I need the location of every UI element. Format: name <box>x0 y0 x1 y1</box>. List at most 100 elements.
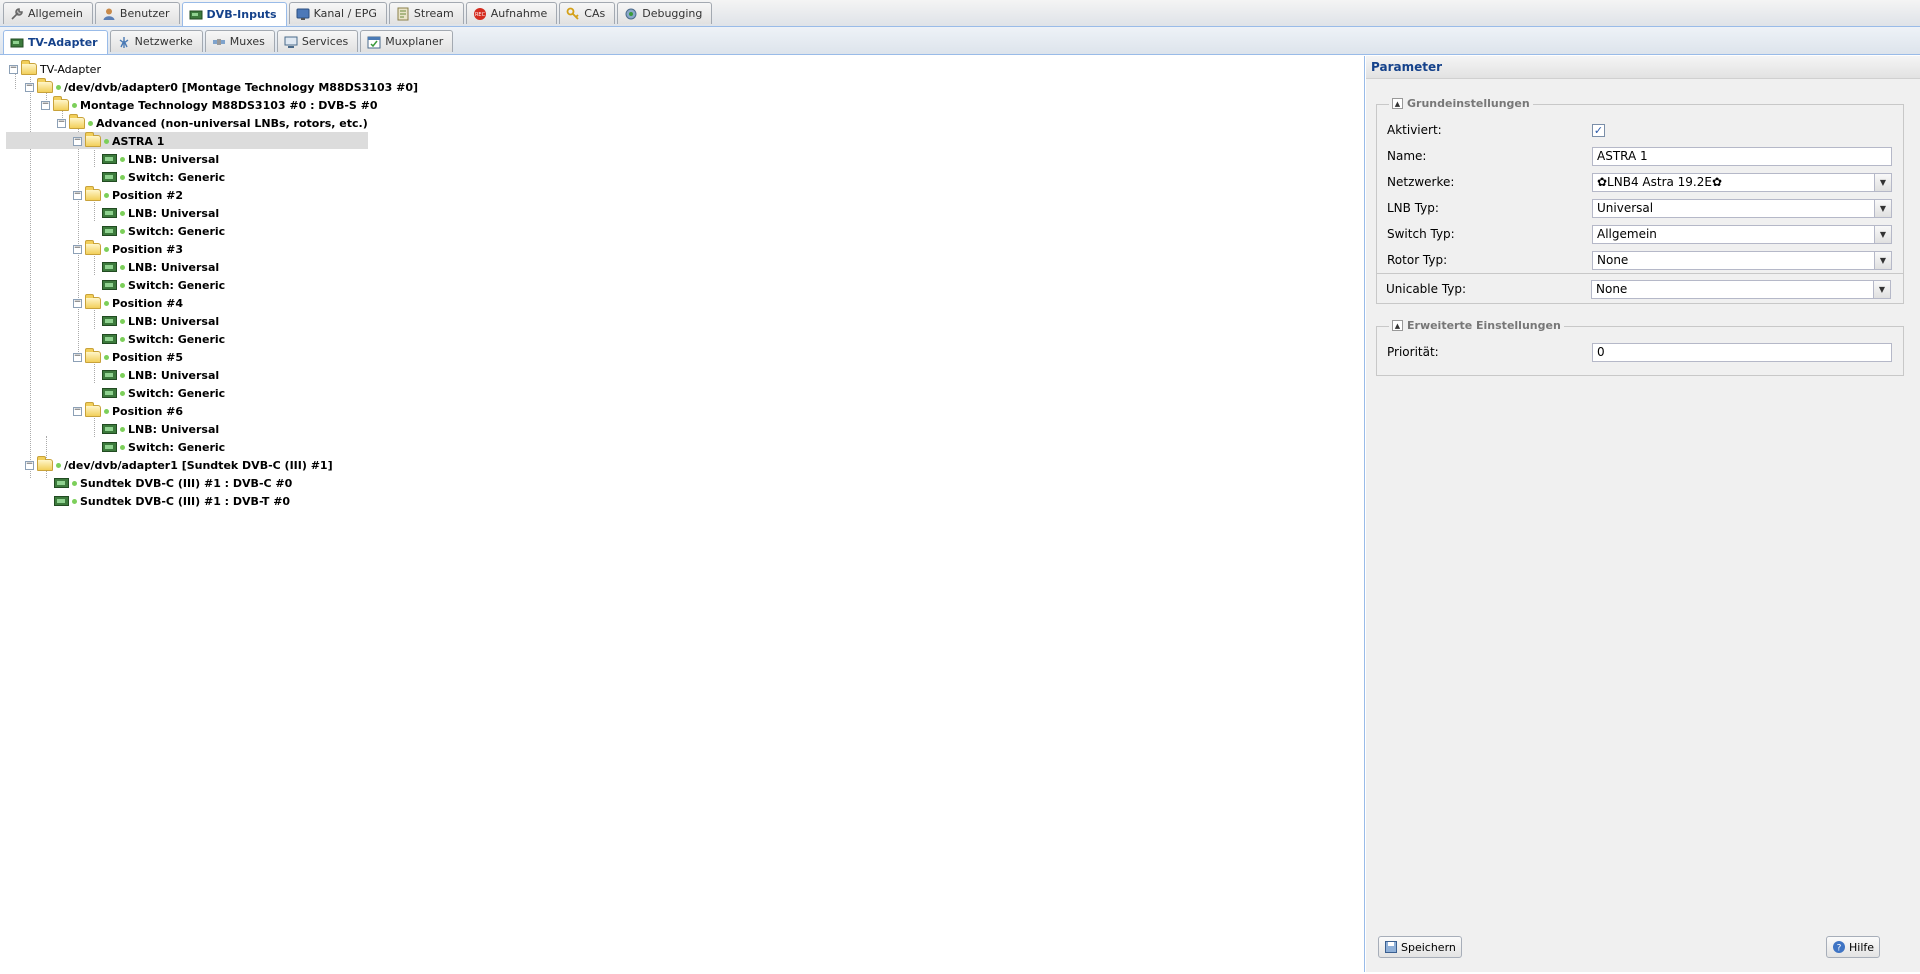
status-dot-icon <box>56 84 61 90</box>
tab-label: Services <box>301 35 349 48</box>
tab-label: CAs <box>584 7 606 20</box>
tree-node-switch[interactable]: Switch: Generic <box>102 384 225 402</box>
tree-node-position-4[interactable]: Position #4 <box>73 294 183 312</box>
tab-allgemein[interactable]: Allgemein <box>3 2 93 24</box>
tree-node-switch[interactable]: Switch: Generic <box>102 438 225 456</box>
tree-node-lnb[interactable]: LNB: Universal <box>102 150 219 168</box>
collapse-toggle-icon[interactable] <box>73 244 82 254</box>
tree-node-switch[interactable]: Switch: Generic <box>102 222 225 240</box>
tab-muxes[interactable]: Muxes <box>204 30 275 52</box>
status-dot-icon <box>72 498 77 504</box>
selected-row-highlight <box>6 132 368 149</box>
networks-label: Netzwerke: <box>1387 175 1455 189</box>
chevron-down-icon[interactable]: ▼ <box>1874 199 1891 217</box>
tree-node-lnb[interactable]: LNB: Universal <box>102 366 219 384</box>
tab-aufnahme[interactable]: REC Aufnahme <box>465 2 558 24</box>
folder-icon <box>69 114 85 129</box>
tab-tv-adapter[interactable]: TV-Adapter <box>3 30 108 54</box>
tree-node-frontend-dvbt[interactable]: Sundtek DVB-C (III) #1 : DVB-T #0 <box>54 492 290 510</box>
collapse-toggle-icon[interactable] <box>25 82 34 92</box>
tree-node-lnb[interactable]: LNB: Universal <box>102 420 219 438</box>
lnb-type-select[interactable]: Universal ▼ <box>1592 198 1892 218</box>
tv-icon <box>296 8 310 20</box>
tv-card-icon <box>102 370 117 380</box>
activated-checkbox[interactable]: ✓ <box>1592 123 1605 137</box>
parameter-panel: Parameter ▲ Grundeinstellungen Aktiviert… <box>1366 56 1920 972</box>
collapse-toggle-icon[interactable] <box>57 118 66 128</box>
svg-text:?: ? <box>1837 944 1842 954</box>
rotor-type-row: Rotor Typ: None ▼ <box>1387 250 1897 270</box>
switch-type-label: Switch Typ: <box>1387 227 1455 241</box>
tree-node-lnb[interactable]: LNB: Universal <box>102 258 219 276</box>
collapse-up-icon[interactable]: ▲ <box>1392 320 1403 331</box>
group-legend: ▲ Erweiterte Einstellungen <box>1389 319 1564 332</box>
status-dot-icon <box>104 300 109 306</box>
tree-node-advanced[interactable]: Advanced (non-universal LNBs, rotors, et… <box>57 114 368 132</box>
tree-node-switch[interactable]: Switch: Generic <box>102 330 225 348</box>
status-dot-icon <box>56 462 61 468</box>
collapse-toggle-icon[interactable] <box>41 100 50 110</box>
tab-label: Muxes <box>229 35 265 48</box>
tab-muxplaner[interactable]: Muxplaner <box>360 30 454 52</box>
tab-debugging[interactable]: Debugging <box>617 2 713 24</box>
tree-node-frontend-dvbc[interactable]: Sundtek DVB-C (III) #1 : DVB-C #0 <box>54 474 292 492</box>
collapse-toggle-icon[interactable] <box>73 136 82 146</box>
tv-card-icon <box>54 478 69 488</box>
save-button[interactable]: Speichern <box>1378 936 1462 958</box>
tab-label: Aufnahme <box>490 7 548 20</box>
status-dot-icon <box>72 480 77 486</box>
tree-node-astra1[interactable]: ASTRA 1 <box>73 132 164 150</box>
collapse-toggle-icon[interactable] <box>25 460 34 470</box>
tv-card-icon <box>102 280 117 290</box>
networks-select[interactable]: ✿LNB4 Astra 19.2E✿ ▼ <box>1592 172 1892 192</box>
tab-dvb-inputs[interactable]: DVB-Inputs <box>181 2 287 26</box>
status-dot-icon <box>120 390 125 396</box>
tab-services[interactable]: Services <box>276 30 359 52</box>
collapse-toggle-icon[interactable] <box>73 298 82 308</box>
tab-label: Debugging <box>642 7 703 20</box>
tab-netzwerke[interactable]: Netzwerke <box>109 30 203 52</box>
adapter-tree: TV-Adapter /dev/dvb/adapter0 [Montage Te… <box>0 56 1365 972</box>
status-dot-icon <box>104 138 109 144</box>
rotor-type-value: None <box>1597 252 1629 267</box>
collapse-toggle-icon[interactable] <box>73 352 82 362</box>
name-row: Name: ASTRA 1 <box>1387 146 1897 166</box>
name-input[interactable]: ASTRA 1 <box>1592 146 1892 166</box>
lnb-type-value: Universal <box>1597 200 1654 215</box>
tree-root[interactable]: TV-Adapter <box>9 60 101 78</box>
activated-label: Aktiviert: <box>1387 123 1442 137</box>
collapse-toggle-icon[interactable] <box>73 190 82 200</box>
tree-node-switch[interactable]: Switch: Generic <box>102 168 225 186</box>
rotor-type-select[interactable]: None ▼ <box>1592 250 1892 270</box>
tab-benutzer[interactable]: Benutzer <box>94 2 180 24</box>
chevron-down-icon[interactable]: ▼ <box>1874 225 1891 243</box>
collapse-up-icon[interactable]: ▲ <box>1392 98 1403 109</box>
tree-node-lnb[interactable]: LNB: Universal <box>102 312 219 330</box>
tree-node-adapter0[interactable]: /dev/dvb/adapter0 [Montage Technology M8… <box>25 78 418 96</box>
tree-node-position-3[interactable]: Position #3 <box>73 240 183 258</box>
tv-card-icon <box>54 496 69 506</box>
collapse-toggle-icon[interactable] <box>9 64 18 74</box>
tree-node-position-5[interactable]: Position #5 <box>73 348 183 366</box>
tree-node-position-2[interactable]: Position #2 <box>73 186 183 204</box>
tree-node-lnb[interactable]: LNB: Universal <box>102 204 219 222</box>
help-button[interactable]: ? Hilfe <box>1826 936 1881 958</box>
tab-stream[interactable]: Stream <box>388 2 464 24</box>
tree-node-position-6[interactable]: Position #6 <box>73 402 183 420</box>
collapse-toggle-icon[interactable] <box>73 406 82 416</box>
tree-node-switch[interactable]: Switch: Generic <box>102 276 225 294</box>
priority-input[interactable]: 0 <box>1592 342 1892 362</box>
chevron-down-icon[interactable]: ▼ <box>1874 173 1891 191</box>
key-icon <box>566 7 579 20</box>
tree-node-frontend-dvbs[interactable]: Montage Technology M88DS3103 #0 : DVB-S … <box>41 96 378 114</box>
tab-cas[interactable]: CAs <box>559 2 616 24</box>
tree-node-adapter1[interactable]: /dev/dvb/adapter1 [Sundtek DVB-C (III) #… <box>25 456 333 474</box>
switch-type-select[interactable]: Allgemein ▼ <box>1592 224 1892 244</box>
tab-label: Netzwerke <box>134 35 193 48</box>
tv-card-icon <box>189 10 203 19</box>
folder-icon <box>85 402 101 417</box>
chevron-down-icon[interactable]: ▼ <box>1874 251 1891 269</box>
priority-label: Priorität: <box>1387 345 1439 359</box>
tab-kanal-epg[interactable]: Kanal / EPG <box>288 2 387 24</box>
lnb-type-row: LNB Typ: Universal ▼ <box>1387 198 1897 218</box>
